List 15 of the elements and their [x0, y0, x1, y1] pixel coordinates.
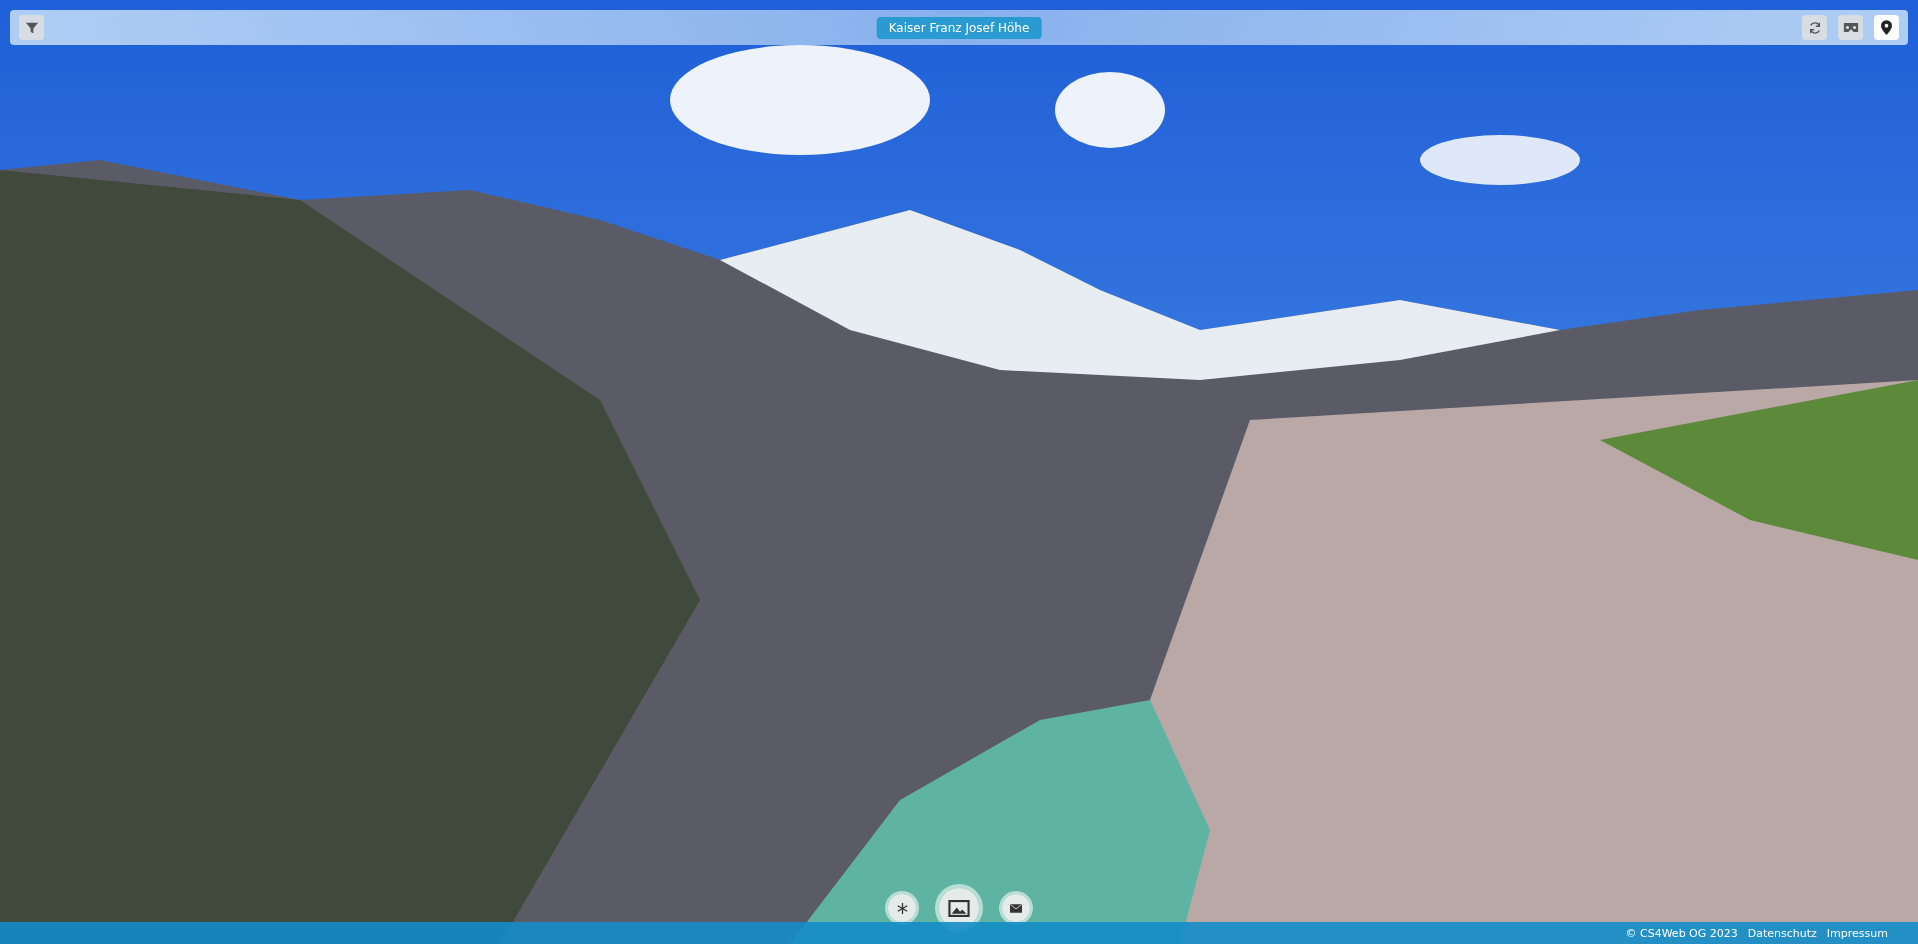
refresh-button[interactable]	[1802, 15, 1827, 40]
snowflake-icon	[896, 902, 908, 914]
location-title: Kaiser Franz Josef Höhe	[876, 16, 1042, 39]
filter-icon	[24, 20, 39, 35]
envelope-icon	[1010, 903, 1022, 913]
pin-button[interactable]	[1874, 15, 1899, 40]
footer-link[interactable]: Datenschutz	[1747, 926, 1817, 940]
image-icon	[948, 899, 970, 917]
refresh-icon	[1807, 20, 1822, 35]
vr-button[interactable]	[1838, 15, 1863, 40]
copyright-text: © CS4Web OG 2023	[1625, 926, 1738, 940]
footer-link[interactable]: Impressum	[1826, 926, 1888, 940]
vr-headset-icon	[1842, 22, 1859, 33]
filter-button[interactable]	[19, 15, 44, 40]
map-pin-icon	[1881, 20, 1892, 35]
